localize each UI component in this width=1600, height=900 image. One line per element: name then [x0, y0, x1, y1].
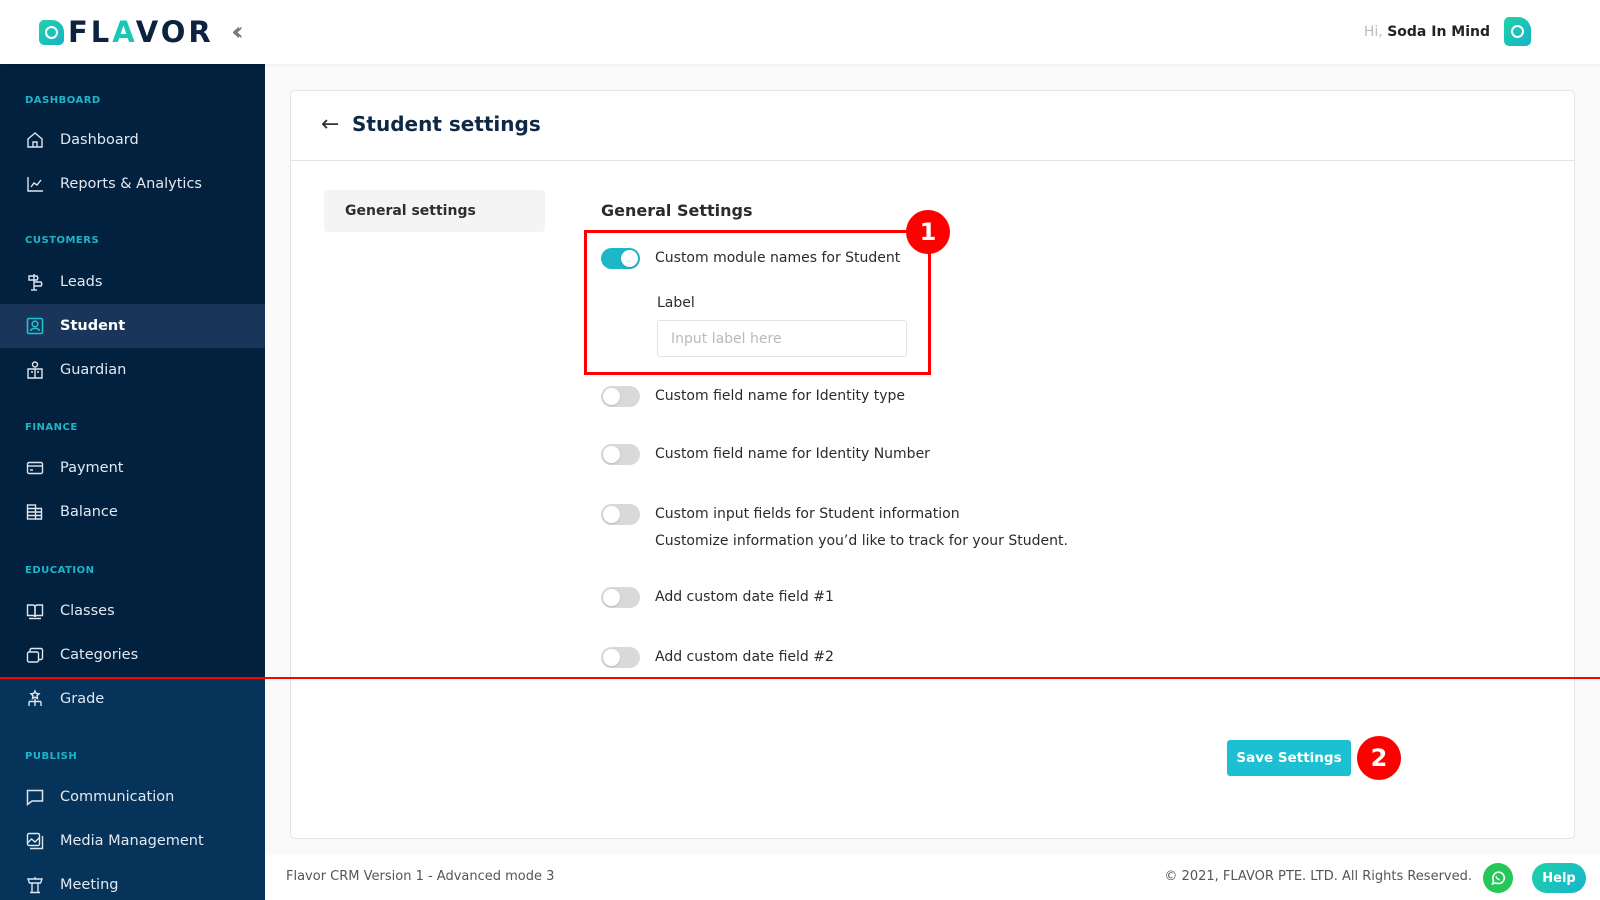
hierarchy-icon: [25, 689, 45, 709]
signpost-icon: [25, 272, 45, 292]
home-icon: [25, 130, 45, 150]
sidebar-item-label: Categories: [60, 647, 139, 663]
label-input[interactable]: [657, 320, 907, 357]
sidebar-item-media-management[interactable]: Media Management: [0, 819, 265, 863]
logo-text-accent: A: [112, 15, 136, 49]
setting-identity-number: Custom field name for Identity Number: [601, 444, 930, 465]
sidebar-item-label: Grade: [60, 691, 105, 707]
setting-label: Custom input fields for Student informat…: [655, 506, 960, 522]
sidebar-item-reports-analytics[interactable]: Reports & Analytics: [0, 162, 265, 206]
whatsapp-icon: [1491, 871, 1506, 886]
page-title: Student settings: [352, 112, 541, 136]
sidebar-item-student[interactable]: Student: [0, 304, 265, 348]
sidebar-item-label: Classes: [60, 603, 115, 619]
setting-label: Custom field name for Identity Number: [655, 446, 930, 462]
book-open-icon: [25, 601, 45, 621]
sidebar: DASHBOARD Dashboard Reports & Analytics …: [0, 64, 265, 900]
toggle-custom-input-fields[interactable]: [601, 504, 640, 525]
logo-text-suffix: VOR: [135, 15, 214, 49]
setting-custom-module-names: Custom module names for Student: [601, 248, 900, 269]
podium-icon: [25, 875, 45, 895]
sidebar-item-categories[interactable]: Categories: [0, 633, 265, 677]
label-field-label: Label: [657, 295, 695, 311]
section-title: General Settings: [601, 201, 753, 220]
sidebar-item-meeting[interactable]: Meeting: [0, 863, 265, 900]
toggle-custom-date-2[interactable]: [601, 647, 640, 668]
setting-custom-input-fields: Custom input fields for Student informat…: [601, 504, 1068, 552]
sidebar-section-dashboard: DASHBOARD: [25, 95, 101, 106]
annotation-badge-1: 1: [906, 210, 950, 254]
footer: Flavor CRM Version 1 - Advanced mode 3 ©…: [265, 855, 1600, 900]
sidebar-section-education: EDUCATION: [25, 565, 95, 576]
annotation-divider-line: [0, 677, 1600, 679]
back-button[interactable]: ←: [321, 113, 339, 137]
toggle-identity-type[interactable]: [601, 386, 640, 407]
sidebar-section-customers: CUSTOMERS: [25, 235, 100, 246]
credit-card-icon: [25, 458, 45, 478]
sidebar-item-dashboard[interactable]: Dashboard: [0, 118, 265, 162]
greeting-prefix: Hi,: [1363, 24, 1383, 40]
double-chevron-left-icon: ‹‹: [231, 17, 243, 47]
setting-custom-date-1: Add custom date field #1: [601, 587, 834, 608]
setting-custom-date-2: Add custom date field #2: [601, 647, 834, 668]
user-square-icon: [25, 316, 45, 336]
whatsapp-button[interactable]: [1483, 863, 1513, 893]
setting-label: Add custom date field #1: [655, 589, 834, 605]
sidebar-item-communication[interactable]: Communication: [0, 775, 265, 819]
flavor-logo[interactable]: FLAVOR: [39, 15, 214, 49]
logo-mark-icon: [39, 19, 64, 45]
logo-text-prefix: FL: [68, 15, 113, 49]
ledger-icon: [25, 502, 45, 522]
help-button[interactable]: Help: [1532, 863, 1586, 893]
sidebar-item-label: Leads: [60, 274, 103, 290]
sidebar-item-guardian[interactable]: Guardian: [0, 348, 265, 392]
sidebar-item-label: Dashboard: [60, 132, 139, 148]
toggle-identity-number[interactable]: [601, 444, 640, 465]
sidebar-item-balance[interactable]: Balance: [0, 490, 265, 534]
user-greeting: Hi, Soda In Mind: [1364, 22, 1490, 42]
annotation-badge-2: 2: [1357, 736, 1401, 780]
setting-label: Custom module names for Student: [655, 250, 901, 266]
sidebar-item-payment[interactable]: Payment: [0, 446, 265, 490]
setting-text-group: Custom input fields for Student informat…: [655, 504, 1068, 552]
sidebar-item-label: Payment: [60, 460, 124, 476]
toggle-custom-module-names[interactable]: [601, 248, 640, 269]
image-gallery-icon: [25, 831, 45, 851]
logo-text: FLAVOR: [68, 15, 214, 49]
sidebar-section-finance: FINANCE: [25, 422, 78, 433]
sidebar-item-label: Media Management: [60, 833, 204, 849]
settings-card: ← Student settings General settings Gene…: [290, 90, 1575, 839]
sidebar-item-label: Communication: [60, 789, 175, 805]
card-header: ← Student settings: [291, 91, 1574, 161]
sidebar-item-classes[interactable]: Classes: [0, 589, 265, 633]
sidebar-item-leads[interactable]: Leads: [0, 260, 265, 304]
sidebar-item-label: Balance: [60, 504, 118, 520]
sidebar-item-label: Meeting: [60, 877, 119, 893]
setting-description: Customize information you’d like to trac…: [655, 533, 1068, 549]
tab-general-settings[interactable]: General settings: [324, 190, 545, 232]
user-avatar[interactable]: [1504, 17, 1531, 46]
top-header: FLAVOR ‹‹ Hi, Soda In Mind: [0, 0, 1600, 64]
setting-label: Add custom date field #2: [655, 649, 834, 665]
guardian-icon: [25, 360, 45, 380]
message-square-icon: [25, 787, 45, 807]
toggle-custom-date-1[interactable]: [601, 587, 640, 608]
sidebar-item-label: Student: [60, 318, 126, 334]
sidebar-item-label: Guardian: [60, 362, 127, 378]
sidebar-item-label: Reports & Analytics: [60, 176, 202, 192]
layers-icon: [25, 645, 45, 665]
arrow-left-icon: ←: [321, 112, 340, 137]
user-name: Soda In Mind: [1387, 24, 1490, 40]
copyright-text: © 2021, FLAVOR PTE. LTD. All Rights Rese…: [1164, 869, 1472, 884]
setting-identity-type: Custom field name for Identity type: [601, 386, 905, 407]
collapse-sidebar-button[interactable]: ‹‹: [231, 17, 243, 47]
chart-line-icon: [25, 174, 45, 194]
setting-label: Custom field name for Identity type: [655, 388, 905, 404]
sidebar-section-publish: PUBLISH: [25, 751, 78, 762]
version-text: Flavor CRM Version 1 - Advanced mode 3: [286, 869, 555, 884]
sidebar-item-grade[interactable]: Grade: [0, 677, 265, 721]
save-settings-button[interactable]: Save Settings: [1227, 740, 1351, 776]
